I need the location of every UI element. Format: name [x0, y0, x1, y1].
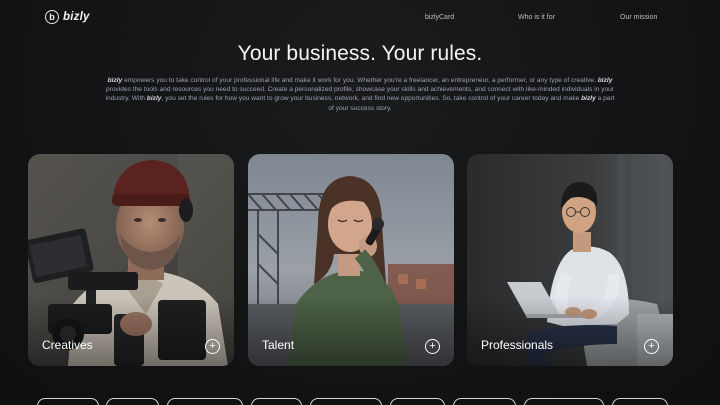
nav-item-our-mission[interactable]: Our mission [620, 14, 657, 21]
brand-mention: bizly [581, 95, 596, 103]
site-header: b bizly bizlyCard Who is it for Our miss… [0, 0, 720, 36]
category-chip[interactable] [310, 398, 382, 405]
plus-icon[interactable]: + [644, 339, 659, 354]
category-chip[interactable] [524, 398, 604, 405]
category-chip[interactable] [390, 398, 445, 405]
plus-icon[interactable]: + [425, 339, 440, 354]
card-professionals[interactable]: Professionals + [467, 154, 673, 366]
plus-icon[interactable]: + [205, 339, 220, 354]
intro-text-part: , you set the rules for how you want to … [161, 95, 582, 103]
card-label: Creatives [42, 338, 93, 352]
landing-page: b bizly bizlyCard Who is it for Our miss… [0, 0, 720, 405]
category-chip[interactable] [251, 398, 302, 405]
brand-mention: bizly [597, 77, 613, 84]
card-creatives[interactable]: Creatives + [28, 154, 234, 366]
nav-item-bizlycard[interactable]: bizlyCard [425, 14, 454, 21]
card-shade [248, 296, 454, 366]
category-chip[interactable] [37, 398, 99, 405]
intro-text-part: empowers you to take control of your pro… [122, 77, 598, 84]
intro-paragraph: bizly empowers you to take control of yo… [104, 76, 616, 113]
card-shade [28, 296, 234, 366]
category-chip[interactable] [167, 398, 243, 405]
brand-mention: bizly [107, 77, 123, 84]
brand-mention: bizly [146, 95, 162, 103]
category-chip[interactable] [453, 398, 516, 405]
page-title: Your business. Your rules. [237, 42, 483, 65]
main-nav: bizlyCard Who is it for Our mission [0, 14, 720, 26]
card-shade [467, 296, 673, 366]
nav-item-who-is-it-for[interactable]: Who is it for [518, 14, 555, 21]
card-label: Professionals [481, 338, 554, 352]
category-chip[interactable] [612, 398, 668, 405]
card-label: Talent [262, 338, 295, 352]
card-talent[interactable]: Talent + [248, 154, 454, 366]
category-chips-row [0, 398, 720, 405]
category-chip[interactable] [106, 398, 159, 405]
